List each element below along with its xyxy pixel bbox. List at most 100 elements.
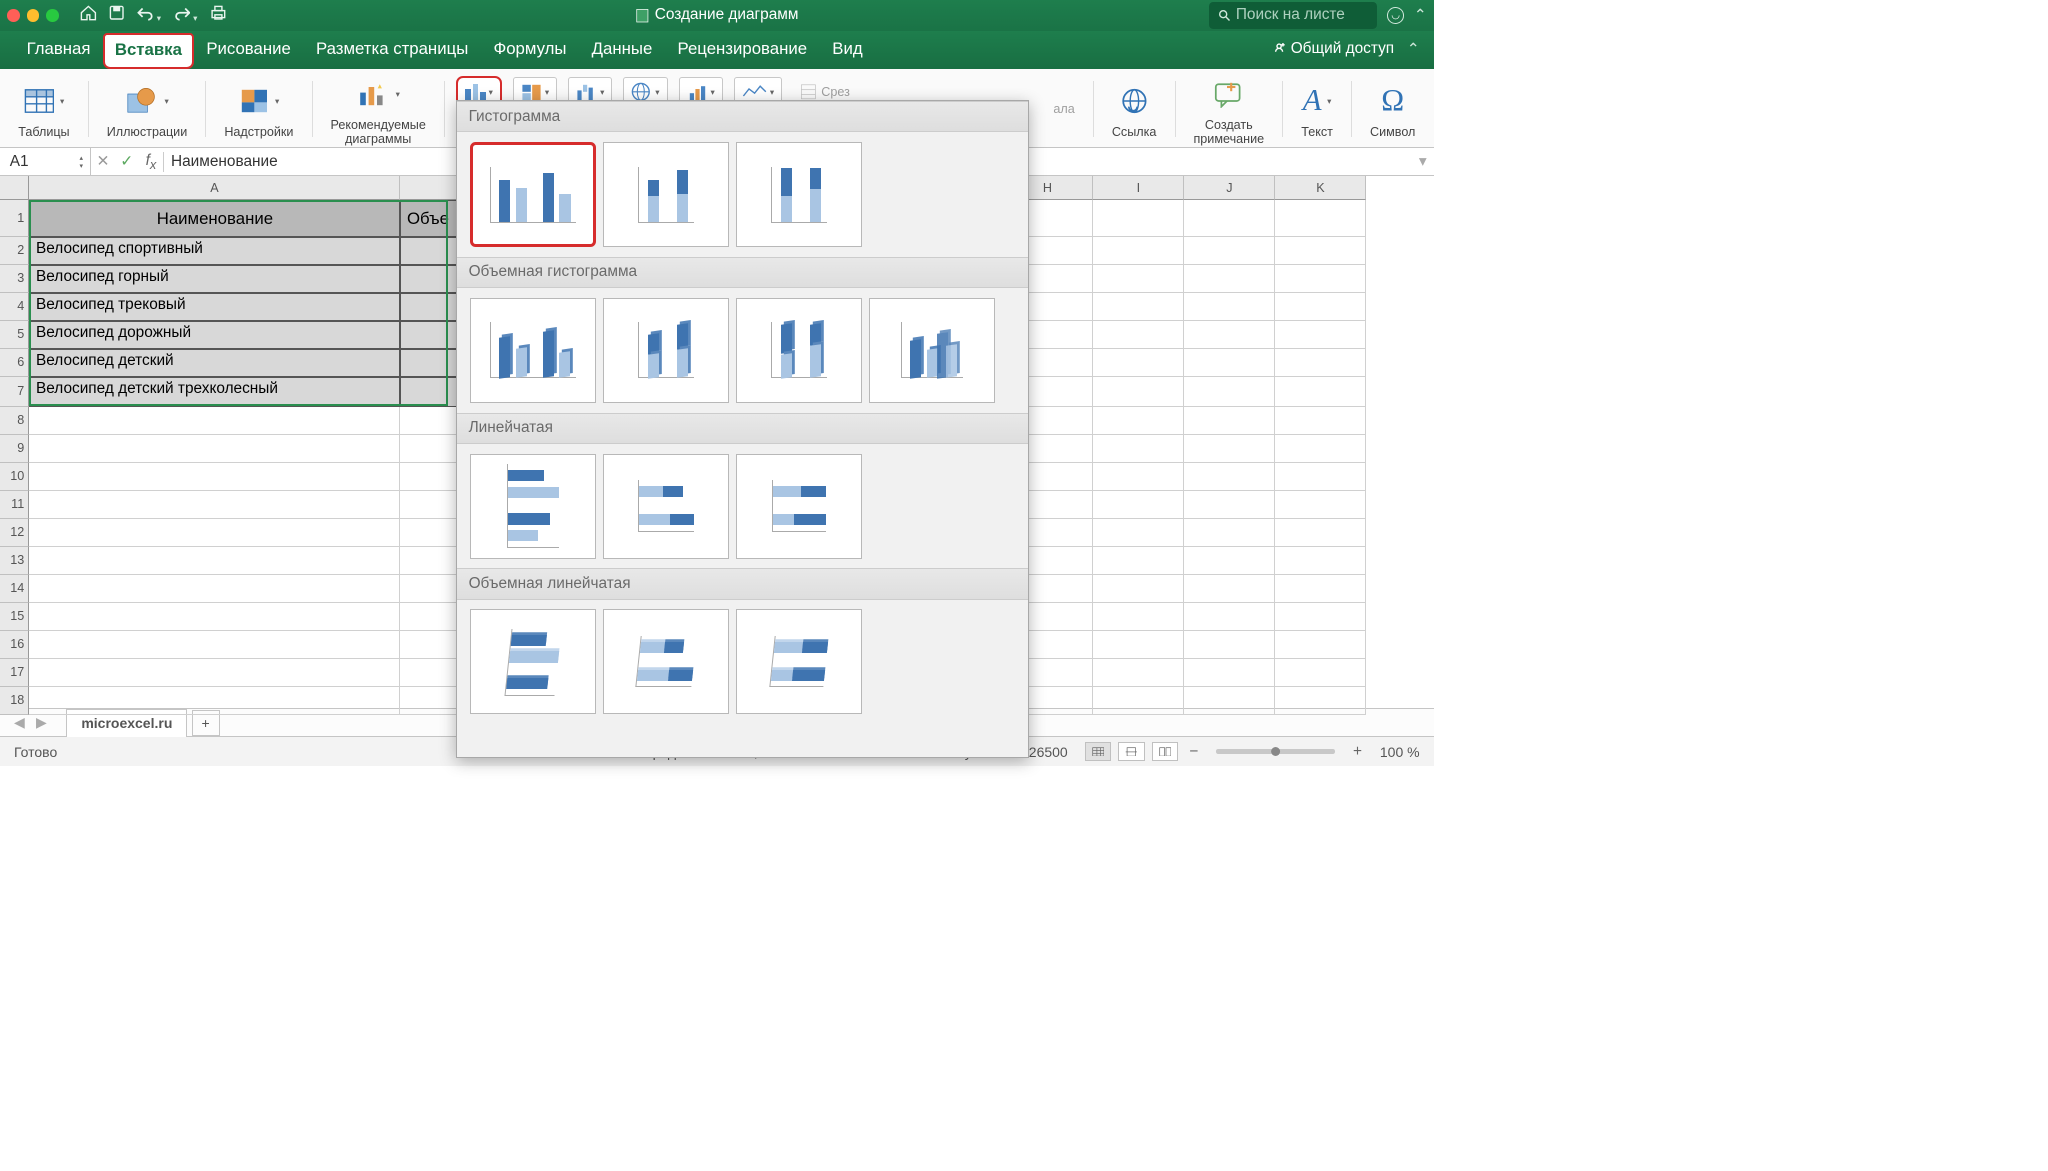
row-header[interactable]: 17 — [0, 659, 29, 687]
cell[interactable] — [1093, 349, 1184, 377]
cell[interactable]: Велосипед спортивный — [29, 237, 400, 265]
cell[interactable] — [1093, 603, 1184, 631]
text-button[interactable]: A▾ Текст — [1294, 80, 1340, 139]
window-close-icon[interactable] — [7, 9, 20, 22]
zoom-in-button[interactable]: + — [1349, 743, 1366, 760]
cell[interactable] — [1275, 519, 1366, 547]
row-header[interactable]: 13 — [0, 547, 29, 575]
cell[interactable] — [1184, 293, 1275, 321]
row-header[interactable]: 8 — [0, 407, 29, 435]
name-box[interactable]: A1 ▴▾ — [0, 148, 91, 175]
cell[interactable] — [29, 687, 400, 715]
feedback-icon[interactable]: ◡ — [1387, 7, 1404, 24]
row-header[interactable]: 7 — [0, 377, 29, 407]
cell[interactable] — [29, 519, 400, 547]
cell[interactable] — [1184, 547, 1275, 575]
row-header[interactable]: 16 — [0, 631, 29, 659]
redo-icon[interactable]: ▾ — [174, 5, 198, 25]
chart-3d-stacked-bar[interactable] — [603, 609, 729, 714]
cell[interactable] — [1184, 519, 1275, 547]
chart-3d-clustered-bar[interactable] — [470, 609, 596, 714]
cell[interactable] — [1093, 435, 1184, 463]
cell[interactable] — [1275, 237, 1366, 265]
cell[interactable] — [1275, 377, 1366, 407]
row-header[interactable]: 18 — [0, 687, 29, 715]
cell[interactable] — [1275, 603, 1366, 631]
cell[interactable] — [1275, 575, 1366, 603]
home-icon[interactable] — [80, 5, 97, 25]
cell[interactable]: Велосипед горный — [29, 265, 400, 293]
tab-data[interactable]: Данные — [579, 32, 665, 69]
window-minimize-icon[interactable] — [27, 9, 40, 22]
cell[interactable] — [1093, 407, 1184, 435]
cell[interactable] — [1275, 407, 1366, 435]
chart-clustered-column[interactable] — [470, 142, 596, 247]
view-normal-button[interactable] — [1085, 742, 1112, 762]
cell[interactable] — [1275, 463, 1366, 491]
fx-icon[interactable]: fx — [146, 152, 157, 172]
cell[interactable] — [1093, 237, 1184, 265]
chart-100-stacked-bar[interactable] — [736, 454, 862, 559]
row-header[interactable]: 11 — [0, 491, 29, 519]
cell[interactable] — [29, 491, 400, 519]
cell[interactable] — [29, 435, 400, 463]
column-header[interactable]: J — [1184, 176, 1275, 200]
cell[interactable] — [1275, 321, 1366, 349]
cell[interactable] — [29, 575, 400, 603]
search-input[interactable]: Поиск на листе — [1209, 2, 1377, 28]
view-pagelayout-button[interactable] — [1118, 742, 1145, 762]
tab-pagelayout[interactable]: Разметка страницы — [303, 32, 480, 69]
share-button[interactable]: Общий доступ ⌃ — [1270, 40, 1420, 69]
column-header[interactable]: I — [1093, 176, 1184, 200]
confirm-formula-button[interactable]: ✓ — [115, 152, 139, 171]
cell[interactable] — [1184, 631, 1275, 659]
cell[interactable] — [1184, 407, 1275, 435]
cell[interactable] — [1184, 687, 1275, 715]
cell[interactable] — [1093, 547, 1184, 575]
chart-3d-100-stacked-column[interactable] — [736, 298, 862, 403]
cell[interactable] — [1184, 237, 1275, 265]
cell[interactable] — [1093, 265, 1184, 293]
row-header[interactable]: 1 — [0, 200, 29, 236]
recommended-charts-button[interactable]: ▾ Рекомендуемые диаграммы — [323, 73, 432, 146]
cell[interactable] — [1184, 435, 1275, 463]
cell[interactable] — [29, 407, 400, 435]
cell[interactable] — [1184, 575, 1275, 603]
cell[interactable] — [29, 547, 400, 575]
cell[interactable] — [1275, 491, 1366, 519]
sheet-nav-next[interactable]: ▶ — [30, 714, 52, 731]
undo-icon[interactable]: ▾ — [137, 5, 161, 25]
tab-review[interactable]: Рецензирование — [665, 32, 820, 69]
cell[interactable]: Велосипед дорожный — [29, 321, 400, 349]
cell[interactable] — [1093, 377, 1184, 407]
tables-button[interactable]: ▾ Таблицы — [11, 80, 76, 139]
cell[interactable] — [1184, 200, 1275, 236]
tab-view[interactable]: Вид — [820, 32, 876, 69]
tab-draw[interactable]: Рисование — [194, 32, 304, 69]
tab-home[interactable]: Главная — [14, 32, 103, 69]
zoom-out-button[interactable]: − — [1185, 743, 1202, 760]
select-all-corner[interactable] — [0, 176, 29, 200]
cell[interactable] — [29, 603, 400, 631]
row-header[interactable]: 3 — [0, 265, 29, 293]
cell[interactable] — [1184, 659, 1275, 687]
cell[interactable] — [1093, 491, 1184, 519]
chart-stacked-bar[interactable] — [603, 454, 729, 559]
cell[interactable] — [1275, 631, 1366, 659]
window-zoom-icon[interactable] — [46, 9, 59, 22]
cell[interactable] — [1275, 547, 1366, 575]
cell[interactable] — [1275, 659, 1366, 687]
chart-3d-stacked-column[interactable] — [603, 298, 729, 403]
cell[interactable] — [1093, 687, 1184, 715]
column-header[interactable]: A — [29, 176, 400, 200]
tab-insert[interactable]: Вставка — [103, 33, 194, 68]
illustrations-button[interactable]: ▾ Иллюстрации — [100, 80, 195, 139]
cell[interactable] — [1184, 321, 1275, 349]
cell[interactable] — [1093, 575, 1184, 603]
cell[interactable]: Велосипед трековый — [29, 293, 400, 321]
cell[interactable] — [1093, 659, 1184, 687]
chart-3d-clustered-column[interactable] — [470, 298, 596, 403]
addins-button[interactable]: ▾ Надстройки — [217, 80, 300, 139]
cell[interactable] — [1275, 265, 1366, 293]
cell[interactable] — [1275, 200, 1366, 236]
